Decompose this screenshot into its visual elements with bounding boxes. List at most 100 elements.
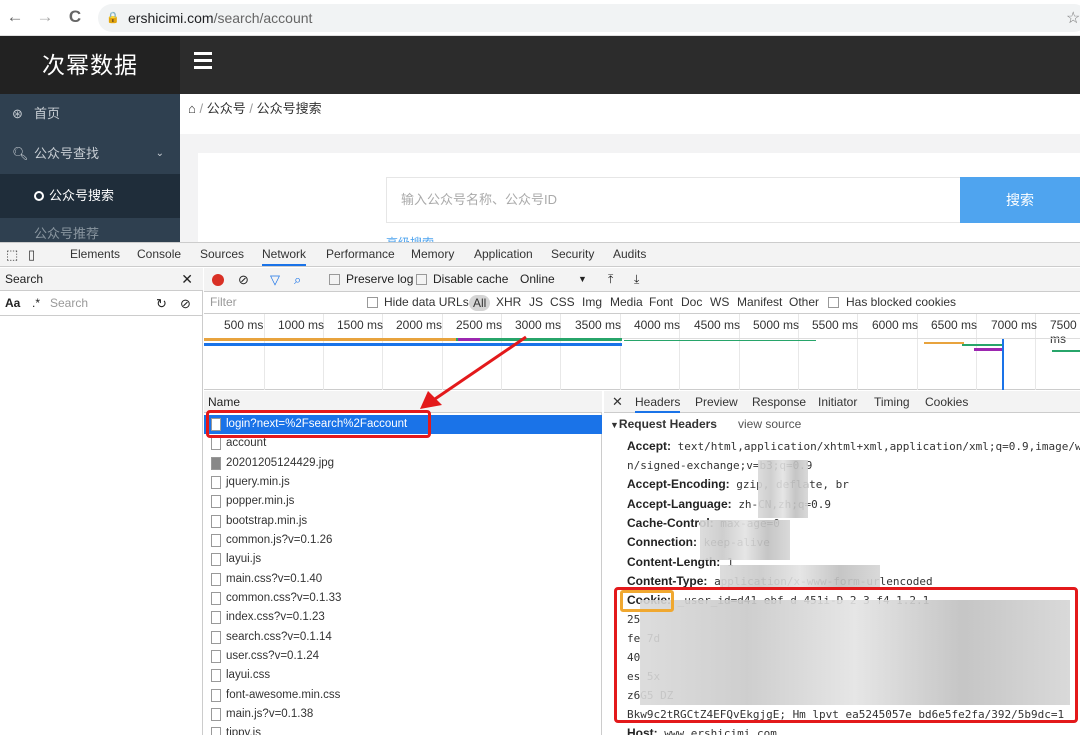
inspect-icon[interactable]: ⬚ <box>6 243 18 266</box>
search-button[interactable]: 搜索 <box>960 177 1080 223</box>
request-row[interactable]: main.css?v=0.1.40 <box>204 570 602 589</box>
tab-initiator[interactable]: Initiator <box>818 391 857 413</box>
tab-performance[interactable]: Performance <box>326 243 395 266</box>
tab-cookies[interactable]: Cookies <box>925 391 968 413</box>
filter-all[interactable]: All <box>469 295 491 311</box>
tab-application[interactable]: Application <box>474 243 533 266</box>
clear-log-icon[interactable]: ⊘ <box>238 268 249 291</box>
close-icon[interactable]: ✕ <box>181 268 193 290</box>
home-icon[interactable]: ⌂ <box>188 101 196 116</box>
close-icon[interactable]: ✕ <box>612 391 623 413</box>
filter-icon[interactable]: ▽ <box>270 268 280 291</box>
request-row[interactable]: font-awesome.min.css <box>204 686 602 705</box>
request-row[interactable]: 20201205124429.jpg <box>204 454 602 473</box>
blocked-cookies-checkbox[interactable] <box>828 297 839 308</box>
refresh-icon[interactable]: ↻ <box>156 292 167 315</box>
request-row[interactable]: main.js?v=0.1.38 <box>204 705 602 724</box>
tab-response[interactable]: Response <box>752 391 806 413</box>
filter-img[interactable]: Img <box>582 292 602 313</box>
view-source-link[interactable]: view source <box>738 417 801 431</box>
breadcrumb-item[interactable]: 公众号 <box>207 101 246 116</box>
forward-icon[interactable]: → <box>34 6 56 28</box>
request-row[interactable]: common.js?v=0.1.26 <box>204 531 602 550</box>
filter-ws[interactable]: WS <box>710 292 729 313</box>
request-headers-section[interactable]: ▼Request Headers <box>610 417 717 431</box>
filter-manifest[interactable]: Manifest <box>737 292 782 313</box>
request-row[interactable]: popper.min.js <box>204 492 602 511</box>
filter-font[interactable]: Font <box>649 292 673 313</box>
request-row[interactable]: layui.js <box>204 550 602 569</box>
disable-cache-checkbox[interactable] <box>416 274 427 285</box>
bookmark-star-icon[interactable]: ☆ <box>1066 8 1080 28</box>
record-icon[interactable] <box>212 274 224 286</box>
tab-console[interactable]: Console <box>137 243 181 266</box>
sidebar-item-account-recommend[interactable]: 公众号推荐 <box>0 226 180 242</box>
tick-label: 5000 ms <box>753 318 800 332</box>
export-har-icon[interactable]: ⤓ <box>634 268 639 291</box>
sidebar-item-account-lookup[interactable]: 🔍︎ 公众号查找 ⌄ <box>0 134 180 174</box>
menu-toggle-icon[interactable] <box>194 52 212 70</box>
filter-js[interactable]: JS <box>529 292 543 313</box>
load-marker <box>1002 339 1004 390</box>
url-host: ershicimi.com <box>128 10 214 26</box>
dropdown-arrow-icon[interactable]: ▼ <box>578 268 587 291</box>
request-row[interactable]: jquery.min.js <box>204 473 602 492</box>
annotation-highlight <box>206 410 431 438</box>
search-icon[interactable]: ⌕ <box>294 268 301 291</box>
advanced-search-link[interactable]: 高级搜索 <box>386 234 434 242</box>
import-har-icon[interactable]: ⤒ <box>608 268 613 291</box>
section-title: Request Headers <box>618 417 717 431</box>
hide-data-urls-label: Hide data URLs <box>384 295 469 309</box>
waterfall-bar <box>962 344 1002 346</box>
address-bar[interactable]: ershicimi.com/search/account <box>98 4 1080 32</box>
filter-doc[interactable]: Doc <box>681 292 702 313</box>
devtools-tabbar: ⬚ ▯ Elements Console Sources Network Per… <box>0 243 1080 267</box>
match-case-toggle[interactable]: Aa <box>5 292 20 315</box>
regex-toggle[interactable]: .* <box>32 292 40 315</box>
hide-data-urls-checkbox[interactable] <box>367 297 378 308</box>
lock-icon[interactable]: 🔒 <box>106 11 120 24</box>
sidebar-item-account-search[interactable]: 公众号搜索 <box>0 174 180 218</box>
tab-memory[interactable]: Memory <box>411 243 454 266</box>
tab-audits[interactable]: Audits <box>613 243 646 266</box>
dashboard-icon: ⊛ <box>12 106 23 121</box>
throttling-select[interactable]: Online <box>520 268 555 291</box>
back-icon[interactable]: ← <box>4 6 26 28</box>
filter-input[interactable]: Filter <box>210 292 237 313</box>
tab-timing[interactable]: Timing <box>874 391 910 413</box>
request-detail-tabs: ✕ Headers Preview Response Initiator Tim… <box>604 391 1080 413</box>
tab-preview[interactable]: Preview <box>695 391 738 413</box>
account-search-input[interactable]: 输入公众号名称、公众号ID <box>386 177 962 223</box>
clear-icon[interactable]: ⊘ <box>180 292 191 315</box>
request-row[interactable]: layui.css <box>204 666 602 685</box>
tick-label: 3000 ms <box>515 318 562 332</box>
filter-media[interactable]: Media <box>610 292 643 313</box>
waterfall-bar <box>924 342 964 344</box>
request-row[interactable]: search.css?v=0.1.14 <box>204 628 602 647</box>
tab-security[interactable]: Security <box>551 243 594 266</box>
tab-network[interactable]: Network <box>262 243 307 266</box>
filter-css[interactable]: CSS <box>550 292 575 313</box>
device-toolbar-icon[interactable]: ▯ <box>28 243 35 266</box>
request-row[interactable]: bootstrap.min.js <box>204 512 602 531</box>
tab-headers[interactable]: Headers <box>635 391 681 413</box>
request-row[interactable]: index.css?v=0.1.23 <box>204 608 602 627</box>
filter-other[interactable]: Other <box>789 292 819 313</box>
network-overview-timeline[interactable]: 500 ms 1000 ms 1500 ms 2000 ms 2500 ms 3… <box>204 314 1080 390</box>
tick-label: 7000 ms <box>991 318 1038 332</box>
request-name: search.css?v=0.1.14 <box>226 630 332 643</box>
redaction-blur <box>758 460 808 518</box>
request-row[interactable]: tippy.js <box>204 724 602 735</box>
request-row[interactable]: common.css?v=0.1.33 <box>204 589 602 608</box>
tab-elements[interactable]: Elements <box>70 243 120 266</box>
reload-icon[interactable]: C <box>64 6 86 28</box>
request-name: main.js?v=0.1.38 <box>226 708 314 720</box>
preserve-log-checkbox[interactable] <box>329 274 340 285</box>
blocked-cookies-label: Has blocked cookies <box>846 295 957 309</box>
drawer-search-input[interactable]: Search <box>50 292 88 315</box>
request-row[interactable]: user.css?v=0.1.24 <box>204 647 602 666</box>
sidebar-item-home[interactable]: ⊛ 首页 <box>0 94 180 134</box>
tab-sources[interactable]: Sources <box>200 243 244 266</box>
filter-xhr[interactable]: XHR <box>496 292 521 313</box>
brand-logo[interactable]: 次幂数据 <box>0 36 180 94</box>
